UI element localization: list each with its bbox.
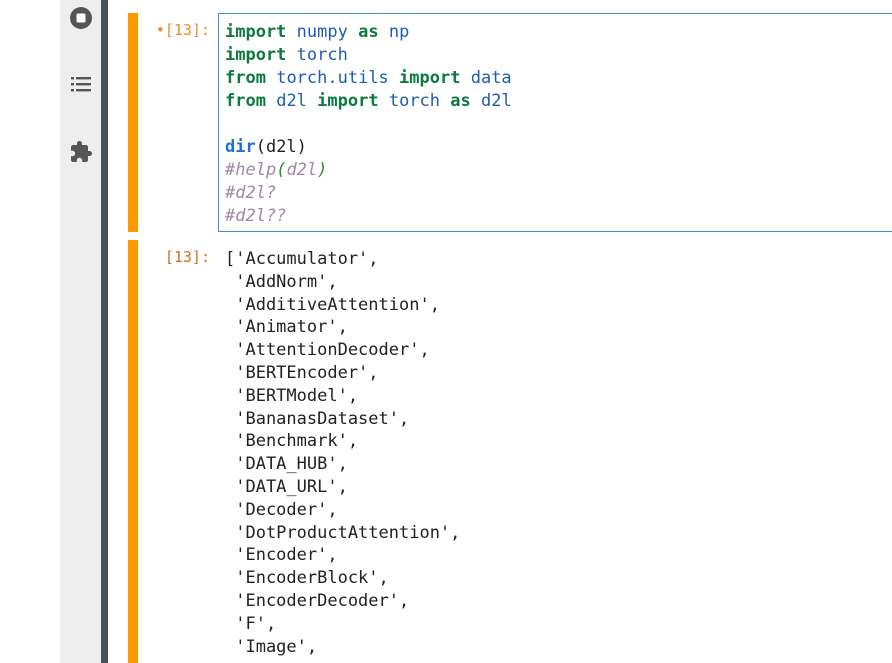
code-token: import xyxy=(317,91,379,111)
code-token: d2l xyxy=(276,91,307,111)
sidebar-divider[interactable] xyxy=(101,0,108,663)
code-token: dir xyxy=(225,137,256,157)
output-line: 'DATA_HUB', xyxy=(225,454,348,475)
code-line: #d2l? xyxy=(225,182,512,205)
code-token: from xyxy=(225,91,266,111)
code-token: #help xyxy=(225,160,277,180)
input-cell-collapser[interactable] xyxy=(128,13,138,232)
output-line: 'F', xyxy=(225,613,277,634)
code-line: import torch xyxy=(225,44,512,67)
code-token: torch xyxy=(388,91,441,111)
code-line: #help(d2l) xyxy=(225,159,512,182)
code-editor[interactable]: import numpy as np import torch from torch… xyxy=(218,13,892,232)
code-token: from xyxy=(225,68,266,88)
output-line: 'Decoder', xyxy=(225,499,338,520)
code-token: data xyxy=(470,68,512,88)
output-line: 'EncoderBlock', xyxy=(225,568,389,589)
code-token: np xyxy=(388,22,410,42)
output-line: 'EncoderDecoder', xyxy=(225,590,410,611)
stop-circle-icon[interactable] xyxy=(60,6,101,30)
code-token: #d2l? xyxy=(225,183,277,203)
output-line: 'Encoder', xyxy=(225,545,338,566)
code-line: from torch.utils import data xyxy=(225,67,512,90)
output-cell-collapser[interactable] xyxy=(128,240,138,663)
code-token: import xyxy=(399,68,461,88)
output-line: 'DATA_URL', xyxy=(225,476,348,497)
output-line: 'Image', xyxy=(225,636,318,657)
code-token: (d2l) xyxy=(255,137,307,157)
code-line: from d2l import torch as d2l xyxy=(225,90,512,113)
output-line: ['Accumulator', xyxy=(225,249,379,269)
code-token: ( xyxy=(276,160,287,180)
code-token: #d2l?? xyxy=(225,206,287,226)
code-line: #d2l?? xyxy=(225,205,512,228)
output-line: 'BananasDataset', xyxy=(225,408,410,429)
input-prompt: •[13]: xyxy=(155,21,210,39)
code-token: torch.utils xyxy=(276,68,389,88)
extension-puzzle-icon[interactable] xyxy=(60,139,101,165)
output-prompt: [13]: xyxy=(164,248,210,266)
output-line: 'AttentionDecoder', xyxy=(225,340,430,361)
code-token: d2l xyxy=(286,160,318,180)
output-line: 'Animator', xyxy=(225,317,348,338)
table-of-contents-icon[interactable] xyxy=(60,73,101,95)
left-margin xyxy=(0,0,60,663)
output-line: 'AdditiveAttention', xyxy=(225,294,440,315)
output-line: 'Benchmark', xyxy=(225,431,359,452)
code-token: import xyxy=(225,22,287,42)
code-token: import xyxy=(225,45,287,65)
code-line: dir(d2l) xyxy=(225,136,512,159)
output-line: 'DotProductAttention', xyxy=(225,522,461,543)
code-token: torch xyxy=(296,45,348,65)
code-line: import numpy as np xyxy=(225,21,512,44)
code-token: ) xyxy=(317,160,328,180)
code-token: as xyxy=(358,22,379,42)
left-sidebar xyxy=(60,0,101,663)
code-token: as xyxy=(450,91,471,111)
code-token: numpy xyxy=(296,22,348,42)
code-token: d2l xyxy=(481,91,512,111)
code-text[interactable]: import numpy as np import torch from torch… xyxy=(225,21,512,228)
output-line: 'BERTEncoder', xyxy=(225,362,379,383)
output-line: 'BERTModel', xyxy=(225,385,359,406)
output-line: 'AddNorm', xyxy=(225,271,338,292)
cell-output: ['Accumulator', 'AddNorm', 'AdditiveAtte… xyxy=(225,248,460,658)
